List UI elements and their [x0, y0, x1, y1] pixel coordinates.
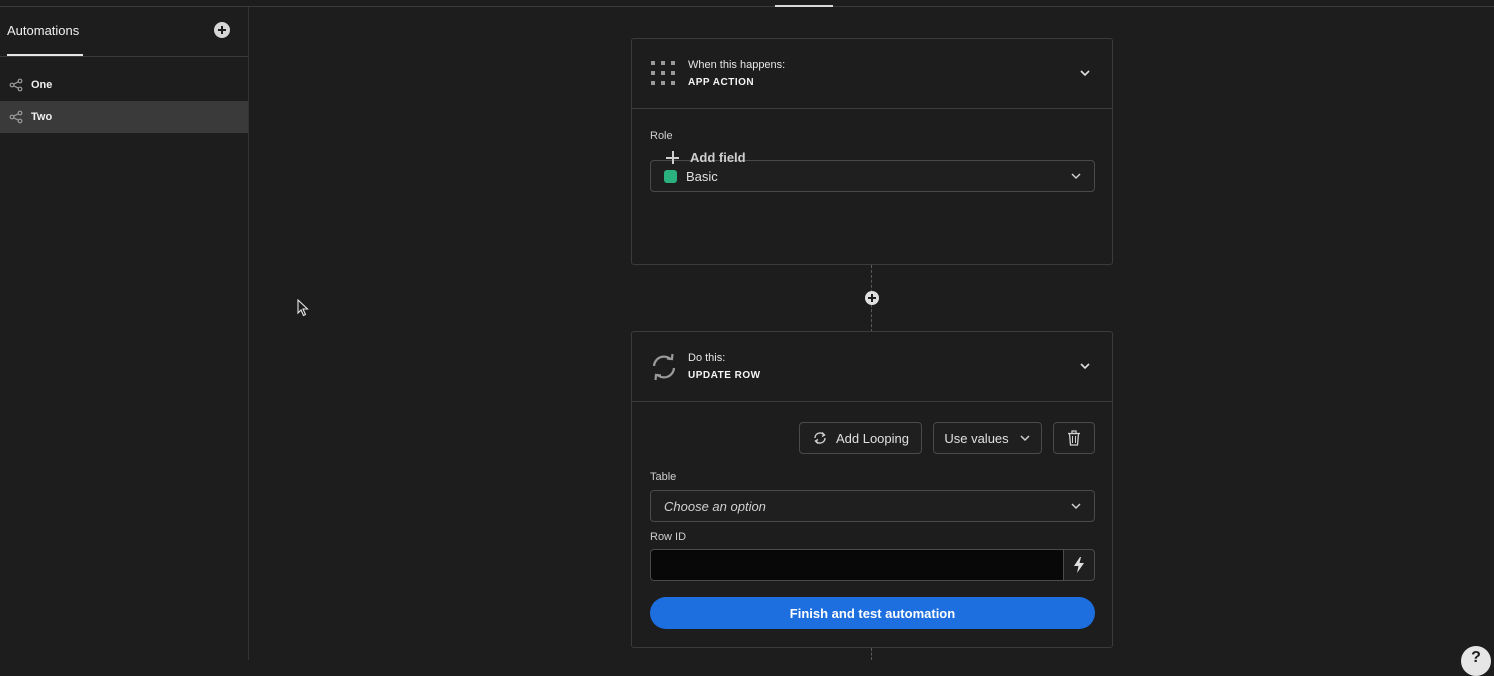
top-tab-indicator [775, 5, 833, 7]
chevron-down-icon [1071, 173, 1081, 180]
chevron-down-icon[interactable] [1078, 66, 1092, 80]
table-label: Table [650, 471, 677, 483]
table-select[interactable]: Choose an option [650, 490, 1095, 522]
top-bar [0, 0, 1494, 7]
sync-icon [652, 353, 676, 381]
trigger-subtitle: When this happens: [688, 59, 786, 71]
role-color-swatch [664, 169, 677, 183]
flow-connector [871, 648, 872, 660]
trigger-card-header[interactable]: When this happens: APP ACTION [632, 39, 1112, 109]
grid-icon [651, 61, 675, 85]
action-subtitle: Do this: [688, 352, 726, 364]
role-label: Role [650, 130, 673, 142]
chevron-down-icon [1071, 503, 1081, 510]
role-value: Basic [686, 168, 718, 184]
divider [0, 56, 249, 57]
trash-icon [1068, 430, 1080, 446]
add-step-icon[interactable] [865, 291, 879, 305]
use-values-dropdown[interactable]: Use values [933, 422, 1042, 454]
action-card: Do this: UPDATE ROW Add Looping Use valu… [631, 331, 1113, 648]
chevron-down-icon[interactable] [1078, 359, 1092, 373]
share-icon [9, 78, 23, 92]
add-field-button[interactable]: Add field [666, 150, 746, 165]
loop-icon [814, 432, 826, 444]
use-values-label: Use values [944, 430, 1009, 446]
bindings-button[interactable] [1063, 549, 1095, 581]
add-looping-button[interactable]: Add Looping [799, 422, 922, 454]
sidebar-item-one[interactable]: One [0, 69, 248, 101]
row-id-input[interactable] [650, 549, 1064, 581]
finish-test-button[interactable]: Finish and test automation [650, 597, 1095, 629]
plus-icon [666, 151, 679, 164]
action-title: UPDATE ROW [688, 370, 761, 381]
help-icon[interactable]: ? [1461, 646, 1491, 676]
sidebar: Automations One Two [0, 7, 249, 660]
add-automation-icon[interactable] [214, 22, 230, 38]
share-icon [9, 110, 23, 124]
trigger-title: APP ACTION [688, 77, 755, 88]
sidebar-item-two[interactable]: Two [0, 101, 248, 133]
delete-button[interactable] [1053, 422, 1095, 454]
sidebar-item-label: One [31, 79, 53, 91]
row-id-label: Row ID [650, 531, 687, 543]
add-field-label: Add field [690, 150, 746, 165]
trigger-card: When this happens: APP ACTION Role Basic… [631, 38, 1113, 265]
chevron-down-icon [1020, 435, 1030, 442]
sidebar-item-label: Two [31, 111, 53, 123]
table-placeholder: Choose an option [664, 498, 766, 514]
tab-automations[interactable]: Automations [7, 23, 79, 38]
add-looping-label: Add Looping [835, 430, 909, 446]
mouse-cursor-icon [297, 299, 309, 317]
action-card-header[interactable]: Do this: UPDATE ROW [632, 332, 1112, 402]
lightning-icon [1074, 557, 1084, 573]
